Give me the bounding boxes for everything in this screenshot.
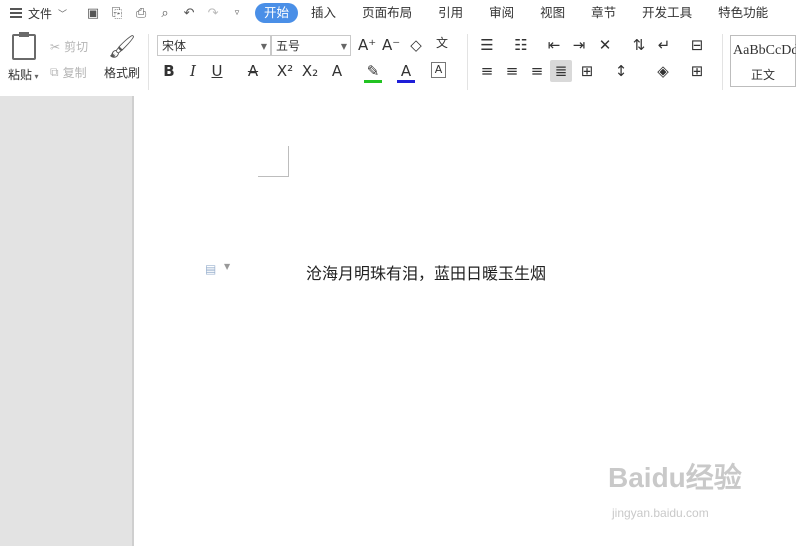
export-pdf-icon[interactable]: ⎘ [109, 5, 125, 21]
align-center-icon[interactable]: ≡ [503, 62, 521, 80]
divider [467, 34, 468, 90]
borders-icon[interactable]: ⊞ [688, 62, 706, 80]
tab-home[interactable]: 开始 [255, 3, 299, 23]
italic-icon[interactable]: I [184, 62, 202, 80]
quick-access-toolbar: ▣ ⎘ ⎙ ⌕ ↶ ↷ ▿ [85, 5, 245, 21]
underline-icon[interactable]: U [208, 62, 226, 80]
style-normal[interactable]: AaBbCcDd 正文 [730, 35, 796, 87]
align-left-icon[interactable]: ≡ [478, 62, 496, 80]
highlight-icon[interactable]: ✎ [364, 62, 382, 83]
tab-review[interactable]: 审阅 [476, 3, 527, 23]
chinese-layout-icon[interactable]: ✕ [596, 36, 614, 54]
format-painter-button[interactable]: 🖌 格式刷 [104, 34, 140, 81]
undo-icon[interactable]: ↶ [181, 5, 197, 21]
numbered-list-icon[interactable]: ☷ [512, 36, 530, 54]
superscript-icon[interactable]: X² [276, 62, 294, 80]
chevron-down-icon: ▼ [260, 42, 267, 51]
ruler-icon[interactable]: ⊟ [688, 36, 706, 54]
font-size-value: 五号 [276, 39, 301, 53]
align-right-icon[interactable]: ≡ [528, 62, 546, 80]
decrease-indent-icon[interactable]: ⇤ [545, 36, 563, 54]
watermark-url: jingyan.baidu.com [612, 506, 709, 520]
print-icon[interactable]: ⎙ [133, 5, 149, 21]
ribbon: 粘贴 ▾ ✂ 剪切 ⧉ 复制 🖌 格式刷 宋体 ▼ 五号 ▼ A⁺ A⁻ ◇ 文… [0, 26, 796, 97]
margin-corner-marker [258, 146, 289, 177]
style-preview: AaBbCcDd [733, 43, 796, 58]
paragraph-layout-icon[interactable]: ▤ [205, 262, 217, 276]
strikethrough-icon[interactable]: A [244, 62, 262, 80]
redo-icon[interactable]: ↷ [205, 5, 221, 21]
font-color-icon[interactable]: A [397, 62, 415, 83]
divider [148, 34, 149, 90]
paste-label: 粘贴 [8, 68, 33, 82]
shading-icon[interactable]: ◈ [654, 62, 672, 80]
brush-icon: 🖌 [108, 35, 136, 60]
sort-icon[interactable]: ⇅ [630, 36, 648, 54]
paste-icon [12, 32, 36, 60]
ribbon-tabs: 开始 插入 页面布局 引用 审阅 视图 章节 开发工具 特色功能 [255, 3, 781, 23]
document-text[interactable]: 沧海月明珠有泪，蓝田日暖玉生烟 [306, 260, 546, 284]
distributed-icon[interactable]: ⊞ [578, 62, 596, 80]
bullet-list-icon[interactable]: ☰ [478, 36, 496, 54]
document-margin-area [0, 96, 132, 546]
phonetic-guide-icon[interactable]: 文 [433, 34, 451, 51]
show-marks-icon[interactable]: ↵ [655, 36, 673, 54]
menu-bar: 文件 ﹀ ▣ ⎘ ⎙ ⌕ ↶ ↷ ▿ 开始 插入 页面布局 引用 审阅 视图 章… [0, 0, 796, 26]
clear-format-icon[interactable]: ◇ [407, 36, 425, 54]
tab-view[interactable]: 视图 [527, 3, 578, 23]
copy-button[interactable]: ⧉ 复制 [50, 64, 87, 81]
chevron-down-icon: ▼ [340, 42, 347, 51]
divider [722, 34, 723, 90]
watermark-brand: Baidu经验 [608, 462, 742, 493]
cut-label: 剪切 [64, 40, 89, 54]
format-painter-label: 格式刷 [104, 66, 141, 80]
subscript-icon[interactable]: X₂ [301, 62, 319, 80]
font-family-select[interactable]: 宋体 ▼ [157, 35, 271, 56]
file-menu-label: 文件 [28, 6, 53, 21]
file-menu[interactable]: 文件 ﹀ [0, 5, 67, 22]
tab-special[interactable]: 特色功能 [705, 3, 781, 23]
line-spacing-icon[interactable]: ↕ [612, 62, 630, 80]
text-effect-icon[interactable]: A [328, 62, 346, 80]
menu-icon [10, 8, 22, 18]
scissors-icon: ✂ [50, 39, 61, 54]
font-family-value: 宋体 [162, 39, 187, 53]
chevron-down-icon: ﹀ [58, 9, 68, 20]
paste-button[interactable]: 粘贴 ▾ [8, 32, 39, 83]
copy-label: 复制 [62, 66, 87, 80]
grow-font-icon[interactable]: A⁺ [358, 36, 376, 54]
justify-icon[interactable]: ≣ [550, 60, 572, 82]
cut-button[interactable]: ✂ 剪切 [50, 38, 88, 55]
shrink-font-icon[interactable]: A⁻ [382, 36, 400, 54]
copy-icon: ⧉ [50, 65, 59, 79]
tab-section[interactable]: 章节 [578, 3, 629, 23]
font-size-select[interactable]: 五号 ▼ [271, 35, 351, 56]
print-preview-icon[interactable]: ⌕ [157, 5, 173, 21]
tab-developer[interactable]: 开发工具 [629, 3, 705, 23]
increase-indent-icon[interactable]: ⇥ [570, 36, 588, 54]
save-icon[interactable]: ▣ [85, 5, 101, 21]
chevron-down-icon[interactable]: ▼ [224, 262, 230, 271]
bold-icon[interactable]: B [160, 62, 178, 80]
customize-toolbar-icon[interactable]: ▿ [229, 5, 245, 21]
tab-references[interactable]: 引用 [425, 3, 476, 23]
character-border-icon[interactable]: A [431, 62, 446, 78]
tab-page-layout[interactable]: 页面布局 [349, 3, 425, 23]
style-name: 正文 [751, 68, 776, 82]
tab-insert[interactable]: 插入 [298, 3, 349, 23]
